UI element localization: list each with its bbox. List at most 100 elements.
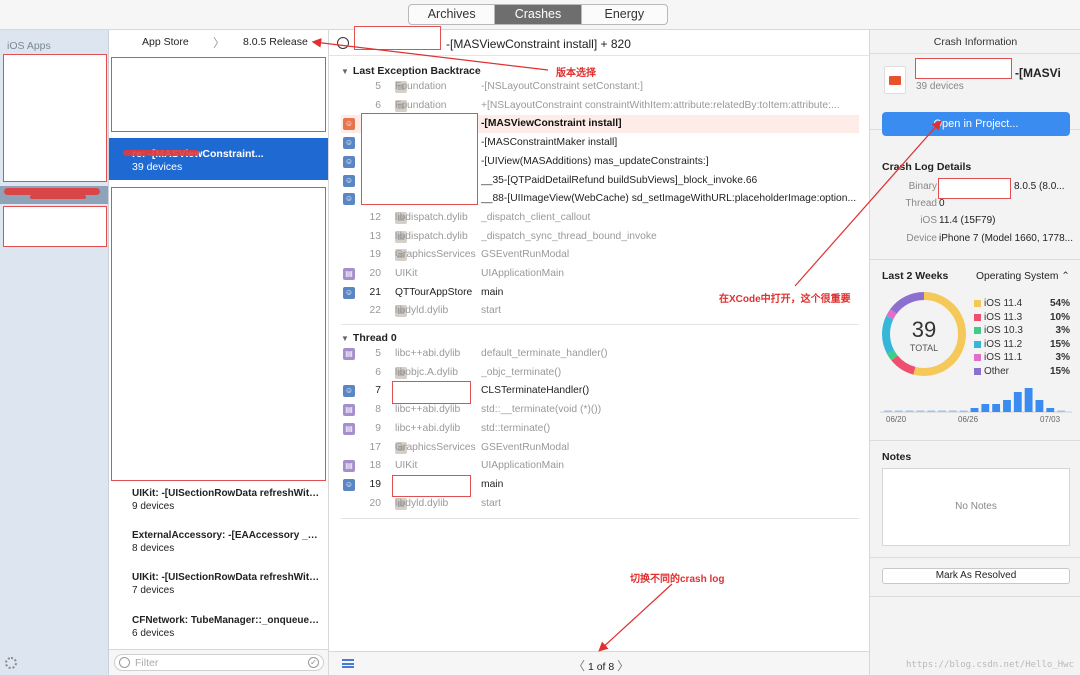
annotation-xcode: 在XCode中打开，这个很重要 — [719, 294, 851, 305]
version-selector[interactable]: 8.0.5 Release — [243, 36, 308, 48]
section-divider — [870, 596, 1080, 597]
crash-item[interactable]: ExternalAccessory: -[EAAccessory _end...… — [109, 530, 328, 572]
user-frame-icon: ☺ — [343, 478, 355, 491]
exception-section-title[interactable]: ▼ Last Exception Backtrace — [341, 65, 481, 77]
previous-arrow-icon[interactable]: 〈 — [573, 659, 585, 673]
frame-symbol: _dispatch_client_callout — [481, 211, 591, 223]
daily-bar — [905, 410, 914, 412]
stack-frame[interactable]: ▤ 12 libdispatch.dylib _dispatch_client_cal… — [341, 209, 859, 227]
backtrace-footer: 〈 1 of 8 〉 — [329, 651, 869, 675]
redaction-scribble — [30, 195, 86, 199]
legend-name: iOS 11.1 — [984, 352, 1023, 363]
user-frame-icon: ☺ — [343, 155, 355, 168]
frame-symbol: +[NSLayoutConstraint constraintWithItem:… — [481, 99, 840, 111]
library-frame-icon: ▤ — [343, 404, 355, 417]
section-divider — [341, 324, 859, 325]
stack-frame[interactable]: ▤ 20 UIKit UIApplicationMain — [341, 265, 859, 283]
thread-section-title[interactable]: ▼ Thread 0 — [341, 332, 397, 344]
notes-title: Notes — [882, 451, 912, 463]
legend-entry: Other 15% — [974, 366, 1070, 379]
next-arrow-icon[interactable]: 〉 — [617, 659, 629, 673]
crash-item[interactable]: UIKit: -[UISectionRowData refreshWith...… — [109, 572, 328, 614]
stack-frame[interactable]: ▤ 6 Foundation +[NSLayoutConstraint constra… — [341, 97, 859, 115]
legend-name: iOS 11.2 — [984, 338, 1023, 350]
backtrace-panel: -[MASViewConstraint install] + 820 ▼ Last… — [329, 26, 869, 675]
legend-swatch — [974, 367, 981, 375]
app-item-redacted[interactable] — [3, 206, 107, 247]
crash-item-selected[interactable]: re: -[MASViewConstraint... 39 devices — [109, 138, 328, 180]
tab-energy[interactable]: Energy — [582, 5, 667, 24]
breadcrumb-separator-icon: 〉 — [213, 35, 226, 50]
daily-bar — [1057, 410, 1065, 412]
frame-number: 12 — [369, 211, 381, 223]
daily-bar — [938, 410, 946, 412]
legend-name: iOS 11.3 — [984, 311, 1023, 323]
detail-thread: Thread 0 — [905, 198, 945, 209]
legend-swatch — [974, 300, 981, 307]
stack-frame[interactable]: ▤ 9 libc++abi.dylib std::terminate() — [341, 420, 859, 438]
disclosure-triangle-icon[interactable]: ▼ — [341, 334, 349, 343]
notes-field[interactable]: No Notes — [882, 468, 1070, 546]
legend-entry: iOS 11.1 3% — [974, 352, 1070, 365]
frame-symbol: _dispatch_sync_thread_bound_invoke — [481, 230, 657, 242]
frame-symbol: main — [481, 478, 504, 490]
os-selector[interactable]: Operating System ⌃ — [976, 270, 1070, 282]
apps-section-title: iOS Apps — [7, 40, 51, 52]
legend-name: iOS 10.3 — [984, 325, 1023, 336]
stack-frame[interactable]: ▤ 19 GraphicsServices GSEventRunModal — [341, 246, 859, 264]
date-label: 06/20 — [886, 415, 907, 424]
redaction-scribble — [4, 188, 100, 195]
checkmark-icon[interactable]: ✓ — [308, 657, 319, 668]
frame-library: QTTourAppStore — [395, 286, 473, 298]
frame-number: 18 — [369, 460, 381, 472]
backtrace-header: -[MASViewConstraint install] + 820 — [329, 26, 869, 56]
crash-pager: 〈 1 of 8 〉 — [573, 657, 629, 674]
stack-frame[interactable]: ▤ 22 libdyld.dylib start — [341, 302, 859, 320]
stack-frame[interactable]: ▤ 5 libc++abi.dylib default_terminate_handl… — [341, 345, 859, 363]
mark-as-resolved-button[interactable]: Mark As Resolved — [882, 568, 1070, 584]
legend-percent: 10% — [1049, 311, 1070, 323]
legend-percent: 15% — [1049, 365, 1070, 377]
legend-name: iOS 11.4 — [984, 298, 1023, 309]
section-divider — [870, 557, 1080, 558]
crash-name: -[MASVi — [1015, 66, 1061, 80]
legend-swatch — [974, 340, 981, 348]
section-divider — [341, 518, 859, 519]
frame-number: 17 — [369, 441, 381, 453]
frame-number: 22 — [369, 305, 381, 317]
stack-frame[interactable]: ▤ 20 libdyld.dylib start — [341, 495, 859, 513]
daily-bar — [916, 410, 925, 412]
stack-frame[interactable]: ▤ 17 GraphicsServices GSEventRunModal — [341, 439, 859, 457]
crash-file-icon — [884, 66, 906, 94]
list-view-icon[interactable] — [342, 659, 354, 668]
crash-item-devices: 7 devices — [132, 585, 175, 596]
frame-number: 21 — [369, 286, 381, 298]
stack-frame[interactable]: ▤ 13 libdispatch.dylib _dispatch_sync_threa… — [341, 228, 859, 246]
daily-bar — [894, 410, 903, 412]
legend-entry: iOS 10.3 3% — [974, 325, 1070, 338]
frame-number: 7 — [375, 385, 381, 397]
crash-item[interactable]: UIKit: -[UISectionRowData refreshWith...… — [109, 488, 328, 530]
stack-frame[interactable]: ▤ 5 Foundation -[NSLayoutConstraint setCons… — [341, 78, 859, 96]
frame-number: 5 — [375, 348, 381, 359]
frame-symbol: start — [481, 497, 502, 509]
open-in-project-button[interactable]: Open in Project... — [882, 112, 1070, 136]
redacted-region — [392, 475, 471, 497]
tab-archives[interactable]: Archives — [409, 5, 496, 24]
frame-symbol: -[MASConstraintMaker install] — [481, 137, 618, 149]
breadcrumb-app[interactable]: App Store — [142, 36, 189, 48]
legend-entry: iOS 11.2 15% — [974, 339, 1070, 352]
tab-crashes[interactable]: Crashes — [495, 5, 582, 24]
legend-swatch — [974, 354, 981, 361]
legend-percent: 3% — [1055, 352, 1070, 363]
app-item-redacted[interactable] — [3, 54, 107, 182]
stack-frame[interactable]: ▤ 6 libobjc.A.dylib _objc_terminate() — [341, 364, 859, 382]
frame-symbol: std::__terminate(void (*)()) — [481, 404, 602, 416]
disclosure-triangle-icon[interactable]: ▼ — [341, 67, 349, 76]
filter-input[interactable]: Filter ✓ — [114, 654, 324, 671]
stack-frame[interactable]: ▤ 18 UIKit UIApplicationMain — [341, 457, 859, 475]
legend-percent: 3% — [1055, 325, 1070, 336]
view-segmented-control: Archives Crashes Energy — [408, 4, 668, 25]
crash-item-devices: 8 devices — [132, 543, 175, 554]
frame-library: libdispatch.dylib — [395, 230, 468, 242]
